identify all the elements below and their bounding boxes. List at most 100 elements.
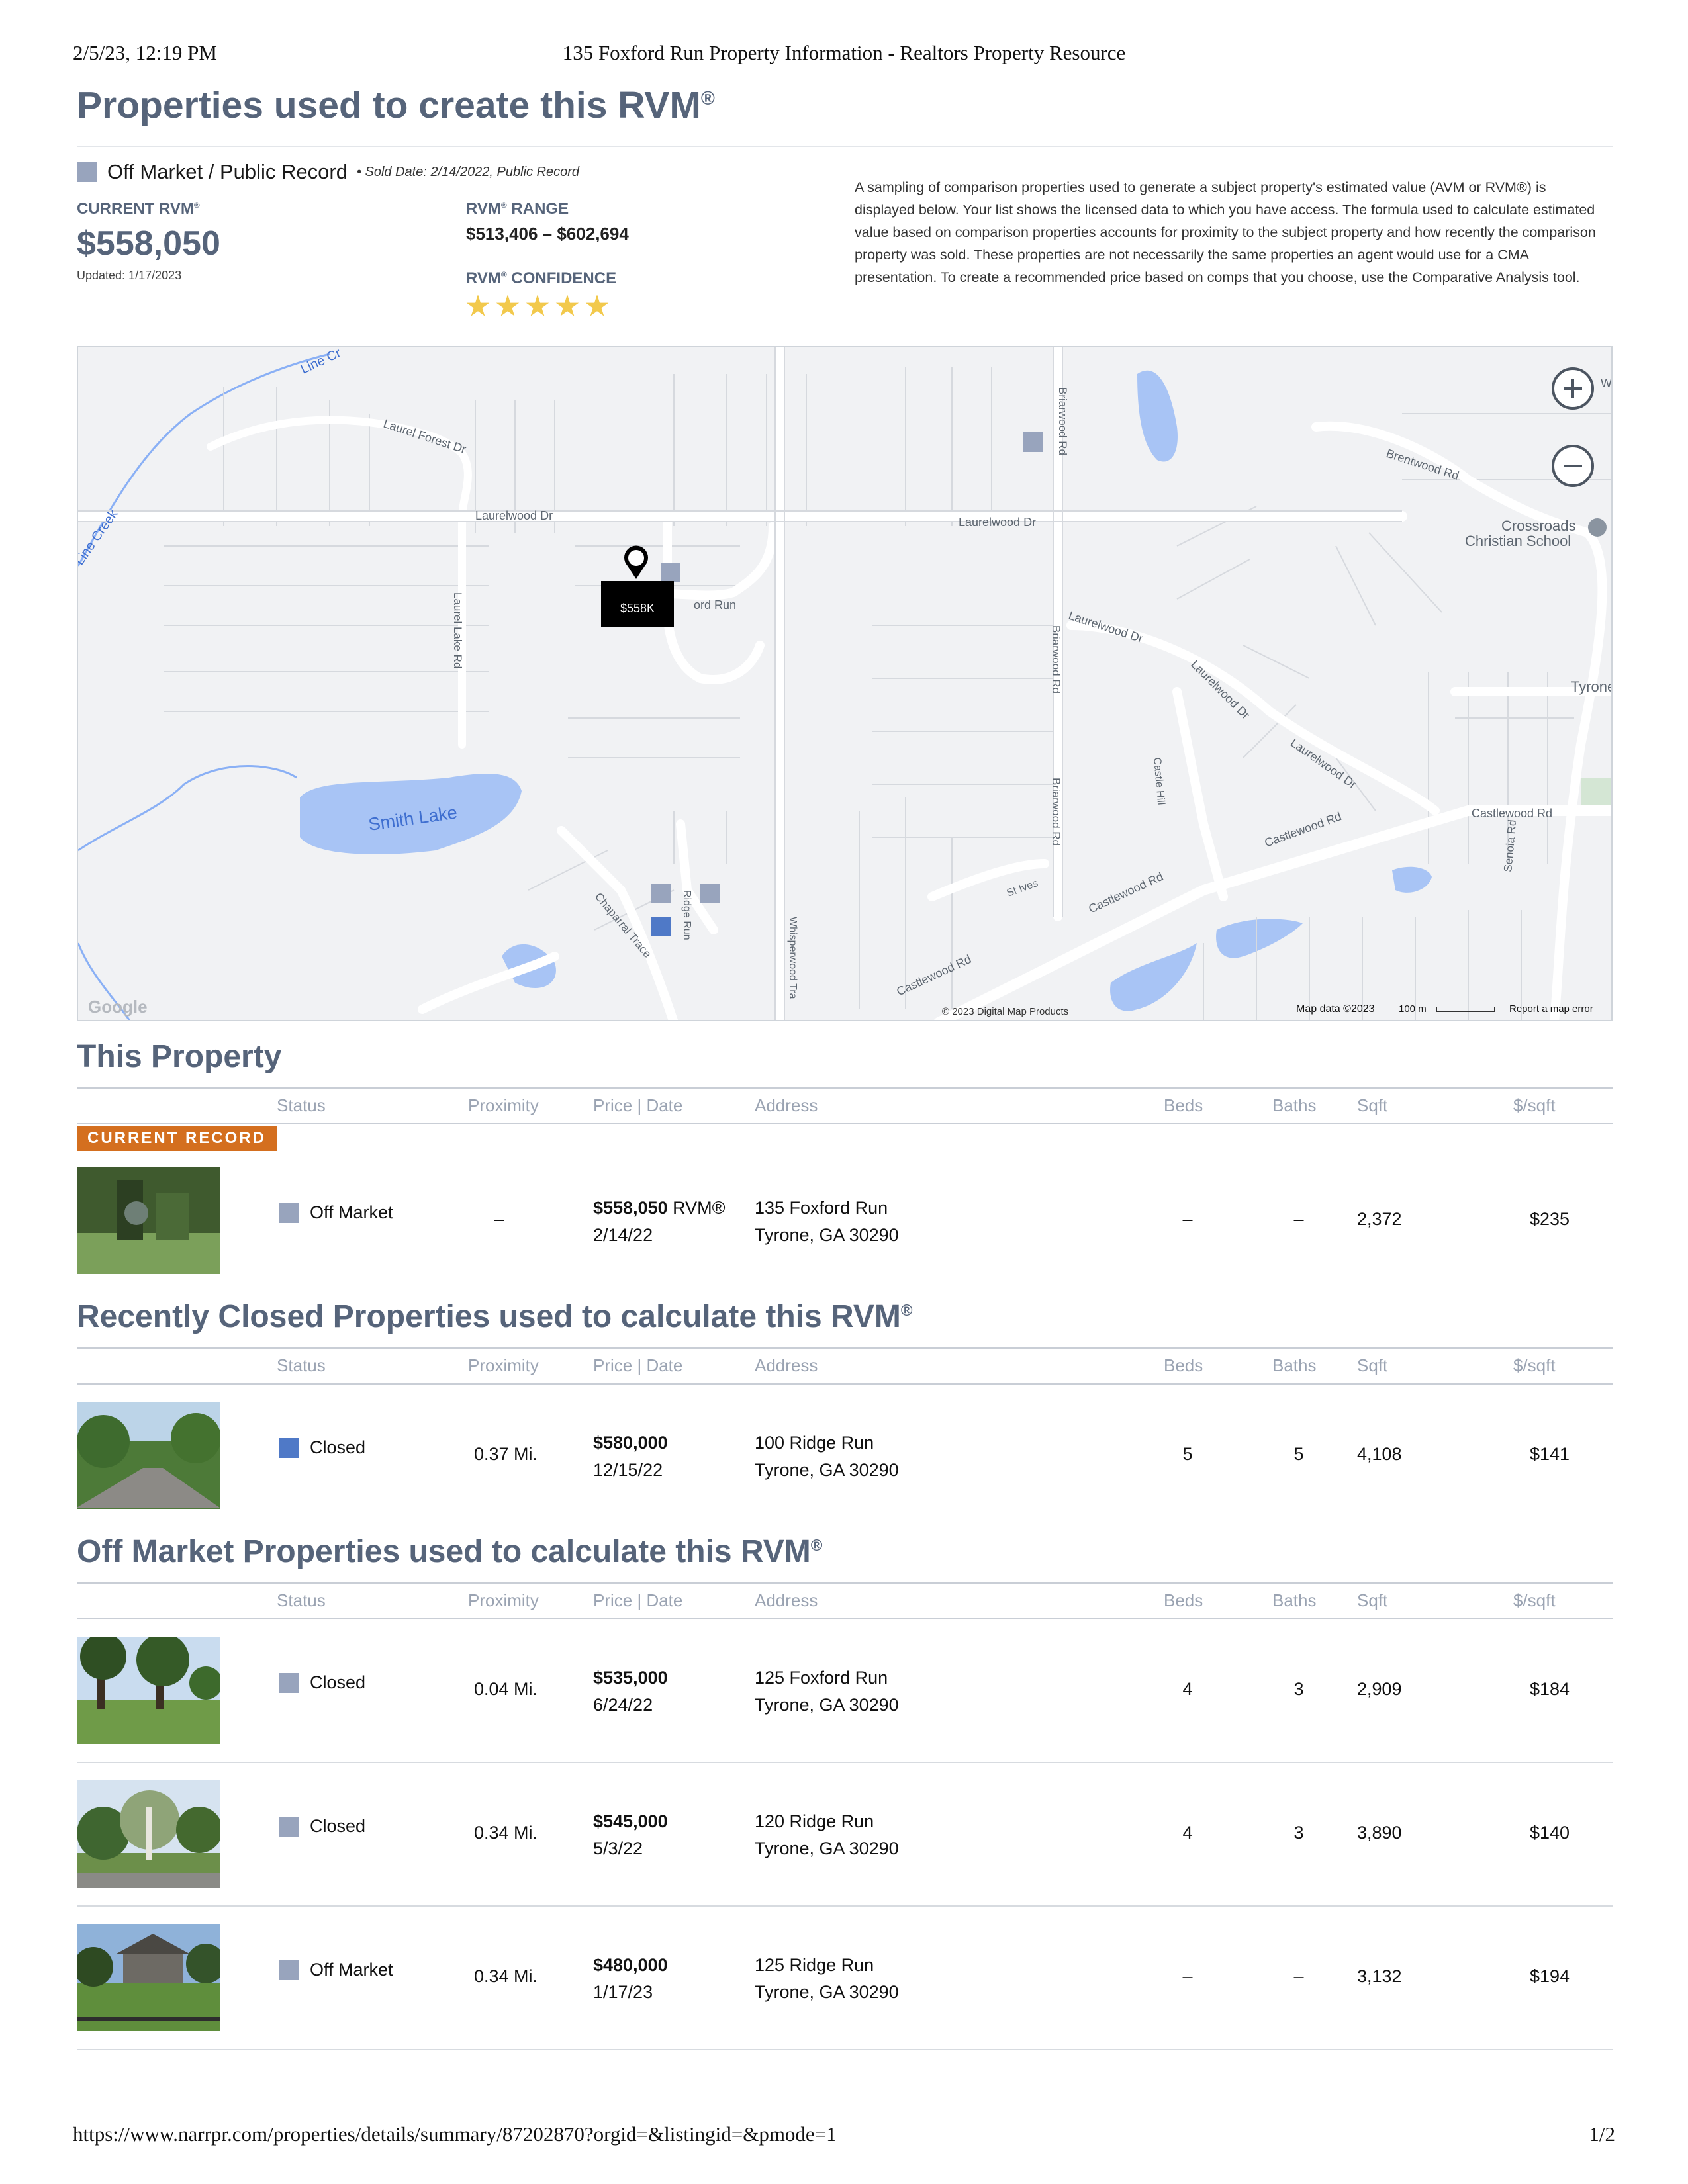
map-label-senoia-rd: Senoia Rd bbox=[1501, 819, 1519, 873]
map-label-briarwood-rd: Briarwood Rd bbox=[1050, 778, 1062, 846]
property-photo[interactable] bbox=[77, 1402, 220, 1509]
map-label-laurel-forest-dr: Laurel Forest Dr bbox=[382, 417, 468, 456]
map-label-st-ives: St Ives bbox=[1006, 878, 1040, 899]
proximity-cell: 0.04 Mi. bbox=[474, 1679, 538, 1699]
baths-cell: – bbox=[1293, 1209, 1304, 1229]
sqft-cell: 4,108 bbox=[1357, 1444, 1402, 1464]
off-market-marker-icon bbox=[77, 162, 97, 182]
rvm-summary: Off Market / Public Record • Sold Date: … bbox=[77, 147, 1613, 339]
property-photo[interactable] bbox=[77, 1167, 220, 1274]
rvm-confidence-label: RVM® CONFIDENCE bbox=[466, 269, 617, 287]
address-cell: 125 Ridge Run Tyrone, GA 30290 bbox=[755, 1955, 899, 2002]
rvm-range-value: $513,406 – $602,694 bbox=[466, 224, 629, 244]
map-label-briarwood-rd: Briarwood Rd bbox=[1050, 625, 1062, 694]
map-scale-bar bbox=[1436, 1007, 1495, 1012]
address-cell: 135 Foxford Run Tyrone, GA 30290 bbox=[755, 1198, 899, 1245]
map-label-whisperwood: Whisperwood Tra bbox=[787, 917, 798, 999]
map-label-castlewood-rd: Castlewood Rd bbox=[1263, 809, 1344, 850]
property-photo[interactable] bbox=[77, 1924, 220, 2031]
col-ppsf-header: $/sqft bbox=[1513, 1355, 1556, 1375]
off-market-marker-icon bbox=[279, 1816, 299, 1837]
col-ppsf-header: $/sqft bbox=[1513, 1590, 1556, 1610]
map-label-ridge-run: Ridge Run bbox=[681, 890, 692, 940]
subject-price-label: $558K bbox=[620, 602, 655, 615]
col-status-header: Status bbox=[277, 1355, 326, 1375]
zoom-in-button[interactable] bbox=[1552, 367, 1594, 410]
comp-marker-off-market bbox=[651, 884, 671, 903]
table-row[interactable]: CURRENT RECORD Off Market – $558,050 RVM… bbox=[77, 1124, 1613, 1277]
map-labels: Laurelwood Dr Laurelwood Dr Laurelwood D… bbox=[78, 347, 1613, 999]
map-label-castlewood-rd: Castlewood Rd bbox=[1086, 870, 1165, 916]
ppsf-cell: $184 bbox=[1529, 1679, 1570, 1699]
pond-south-2 bbox=[1216, 919, 1303, 958]
col-sqft-header: Sqft bbox=[1357, 1095, 1388, 1115]
current-rvm-label: CURRENT RVM® bbox=[77, 200, 200, 218]
beds-cell: 5 bbox=[1182, 1444, 1193, 1464]
comparables-map[interactable]: Laurelwood Dr Laurelwood Dr Laurelwood D… bbox=[77, 346, 1613, 1021]
school-pin-icon bbox=[1588, 518, 1607, 537]
confidence-stars bbox=[466, 295, 616, 318]
property-photo[interactable] bbox=[77, 1780, 220, 1888]
map-label-tyrone: Tyrone bbox=[1571, 678, 1613, 695]
col-status-header: Status bbox=[277, 1095, 326, 1115]
pond-north bbox=[1137, 370, 1178, 462]
beds-cell: – bbox=[1182, 1966, 1193, 1986]
pond-east bbox=[1392, 866, 1432, 893]
map-data-credit: Map data ©2023 bbox=[1296, 1003, 1375, 1015]
status-cell: Closed bbox=[279, 1437, 365, 1458]
comp-marker-off-market bbox=[700, 884, 720, 903]
sold-date-note: • Sold Date: 2/14/2022, Public Record bbox=[356, 164, 580, 179]
sqft-cell: 3,890 bbox=[1357, 1823, 1402, 1843]
table-header: Status Proximity Price | Date Address Be… bbox=[77, 1087, 1613, 1124]
rvm-confidence: RVM® CONFIDENCE bbox=[466, 269, 616, 318]
map-label-way: Way bbox=[1601, 377, 1613, 390]
col-beds-header: Beds bbox=[1164, 1590, 1203, 1610]
google-logo: Google bbox=[88, 997, 148, 1017]
beds-cell: – bbox=[1182, 1209, 1193, 1229]
print-page-number: 1/2 bbox=[1589, 2122, 1615, 2146]
address-cell: 125 Foxford Run Tyrone, GA 30290 bbox=[755, 1668, 899, 1715]
rvm-description: A sampling of comparison properties used… bbox=[855, 179, 1596, 285]
property-photo[interactable] bbox=[77, 1637, 220, 1744]
zoom-out-button[interactable] bbox=[1552, 445, 1594, 487]
current-record-badge: CURRENT RECORD bbox=[77, 1126, 277, 1151]
table-row[interactable]: Closed 0.04 Mi. $535,000 6/24/22 125 Foxf… bbox=[77, 1619, 1613, 1763]
map-copyright: © 2023 Digital Map Products bbox=[942, 1006, 1068, 1017]
map-canvas: Laurelwood Dr Laurelwood Dr Laurelwood D… bbox=[78, 347, 1613, 1020]
this-property-heading: This Property bbox=[77, 1039, 282, 1074]
table-row[interactable]: Closed 0.34 Mi. $545,000 5/3/22 120 Ridge… bbox=[77, 1763, 1613, 1907]
status-text: Off Market / Public Record bbox=[107, 160, 348, 183]
off-market-heading: Off Market Properties used to calculate … bbox=[77, 1534, 823, 1569]
report-map-error-link[interactable]: Report a map error bbox=[1509, 1003, 1593, 1015]
col-proximity-header: Proximity bbox=[468, 1590, 539, 1610]
col-baths-header: Baths bbox=[1272, 1095, 1317, 1115]
ppsf-cell: $141 bbox=[1529, 1444, 1570, 1464]
baths-cell: 5 bbox=[1293, 1444, 1304, 1464]
off-market-section: Off Market Properties used to calculate … bbox=[77, 1532, 1613, 2050]
col-price-date-header: Price | Date bbox=[593, 1355, 683, 1375]
col-address-header: Address bbox=[755, 1095, 818, 1115]
comp-marker-off-market bbox=[661, 563, 680, 582]
creek-line-1 bbox=[78, 353, 330, 567]
status-cell: Closed bbox=[279, 1672, 365, 1693]
map-label-laurelwood-dr: Laurelwood Dr bbox=[959, 516, 1036, 529]
print-title: 135 Foxford Run Property Information - R… bbox=[562, 41, 1126, 64]
status-cell: Off Market bbox=[279, 1960, 393, 1980]
current-rvm-value: $558,050 bbox=[77, 224, 220, 263]
table-row[interactable]: Closed 0.37 Mi. $580,000 12/15/22 100 Rid… bbox=[77, 1385, 1613, 1517]
col-sqft-header: Sqft bbox=[1357, 1355, 1388, 1375]
col-beds-header: Beds bbox=[1164, 1355, 1203, 1375]
map-scale-label: 100 m bbox=[1399, 1003, 1427, 1015]
comp-marker-closed bbox=[651, 917, 671, 936]
table-row[interactable]: Off Market 0.34 Mi. $480,000 1/17/23 125 … bbox=[77, 1907, 1613, 2050]
address-cell: 120 Ridge Run Tyrone, GA 30290 bbox=[755, 1811, 899, 1858]
star-icon bbox=[496, 295, 520, 316]
ppsf-cell: $140 bbox=[1529, 1823, 1570, 1843]
proximity-cell: – bbox=[494, 1209, 504, 1229]
price-date-cell: $580,000 12/15/22 bbox=[593, 1433, 668, 1480]
sqft-cell: 2,909 bbox=[1357, 1679, 1402, 1699]
address-cell: 100 Ridge Run Tyrone, GA 30290 bbox=[755, 1433, 899, 1480]
price-date-cell: $545,000 5/3/22 bbox=[593, 1811, 668, 1858]
print-url: https://www.narrpr.com/properties/detail… bbox=[73, 2122, 837, 2146]
recently-closed-section: Recently Closed Properties used to calcu… bbox=[77, 1297, 1613, 1517]
